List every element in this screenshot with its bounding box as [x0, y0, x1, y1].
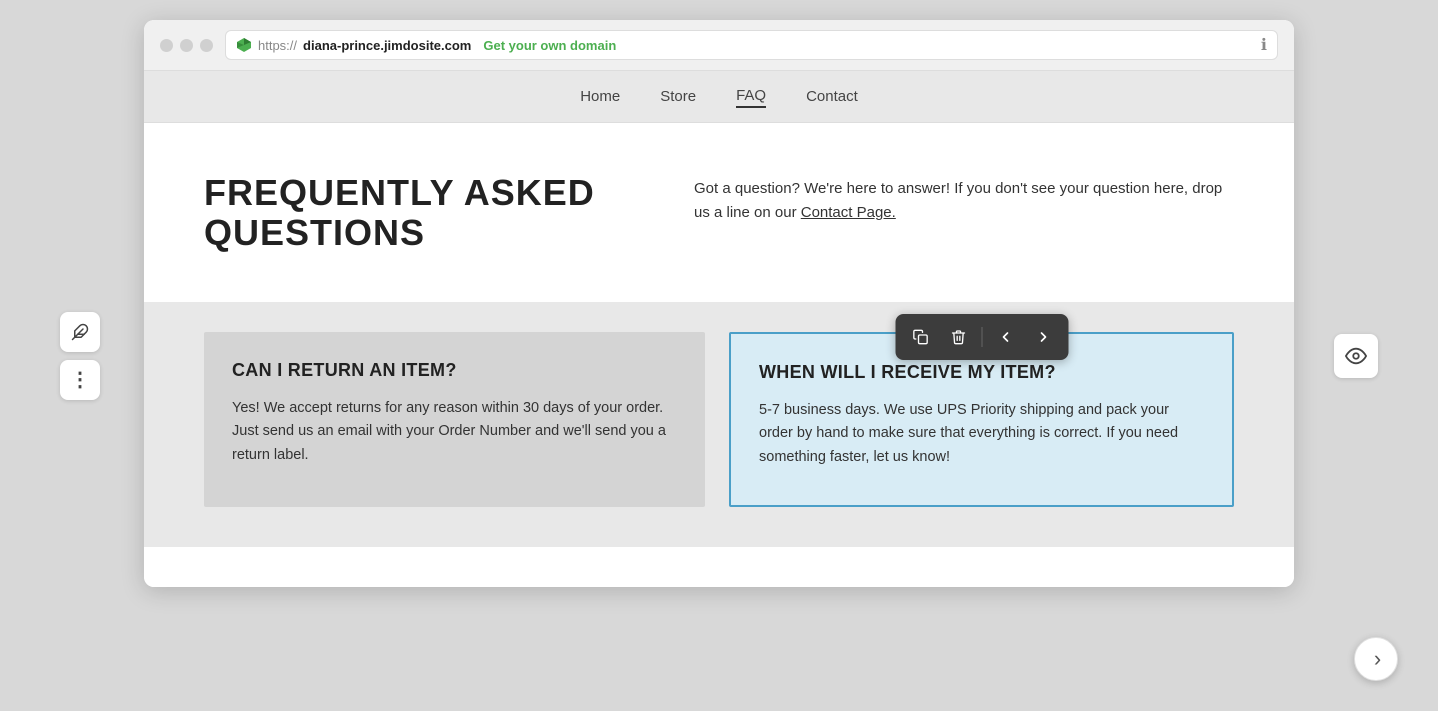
toolbar-prev-button[interactable]	[988, 320, 1022, 354]
nav-item-home[interactable]: Home	[580, 86, 620, 107]
get-own-domain-cta[interactable]: Get your own domain	[483, 38, 616, 53]
left-toolbar: ⋮	[60, 312, 100, 400]
site-logo	[236, 37, 252, 53]
toolbar-delete-button[interactable]	[941, 320, 975, 354]
faq-header: FREQUENTLY ASKED QUESTIONS Got a questio…	[204, 173, 1234, 252]
contact-page-link[interactable]: Contact Page.	[801, 204, 896, 221]
chevron-right-icon: ›	[1374, 646, 1381, 672]
floating-toolbar	[895, 314, 1068, 360]
more-options-button[interactable]: ⋮	[60, 360, 100, 400]
more-icon: ⋮	[70, 367, 90, 392]
pen-tool-button[interactable]	[60, 312, 100, 352]
traffic-light-close	[160, 39, 173, 52]
faq-intro-text: Got a question? We're here to answer! If…	[694, 180, 1222, 221]
address-bar[interactable]: https:// diana-prince.jimdosite.com Get y…	[225, 30, 1278, 60]
scroll-right-button[interactable]: ›	[1354, 637, 1398, 681]
faq-card-title-returns: CAN I RETURN AN ITEM?	[232, 360, 677, 381]
nav-item-faq[interactable]: FAQ	[736, 85, 766, 108]
url-domain: diana-prince.jimdosite.com	[303, 38, 471, 53]
site-content: FREQUENTLY ASKED QUESTIONS Got a questio…	[144, 123, 1294, 587]
url-prefix: https://	[258, 38, 297, 53]
faq-intro: Got a question? We're here to answer! If…	[694, 173, 1234, 225]
browser-window: https:// diana-prince.jimdosite.com Get y…	[144, 20, 1294, 587]
site-navigation: Home Store FAQ Contact	[144, 71, 1294, 123]
faq-card-returns[interactable]: CAN I RETURN AN ITEM? Yes! We accept ret…	[204, 332, 705, 507]
faq-card-text-returns: Yes! We accept returns for any reason wi…	[232, 397, 677, 467]
traffic-light-minimize	[180, 39, 193, 52]
faq-card-text-shipping: 5-7 business days. We use UPS Priority s…	[759, 399, 1204, 469]
nav-item-contact[interactable]: Contact	[806, 86, 858, 107]
faq-card-title-shipping: WHEN WILL I RECEIVE MY ITEM?	[759, 362, 1204, 383]
info-icon[interactable]: ℹ	[1261, 35, 1267, 55]
faq-title: FREQUENTLY ASKED QUESTIONS	[204, 173, 634, 252]
eye-button[interactable]	[1334, 334, 1378, 378]
nav-item-store[interactable]: Store	[660, 86, 696, 107]
browser-chrome: https:// diana-prince.jimdosite.com Get y…	[144, 20, 1294, 71]
traffic-light-maximize	[200, 39, 213, 52]
faq-cards-section: CAN I RETURN AN ITEM? Yes! We accept ret…	[144, 302, 1294, 547]
toolbar-next-button[interactable]	[1026, 320, 1060, 354]
traffic-lights	[160, 39, 213, 52]
toolbar-divider	[981, 327, 982, 347]
toolbar-copy-button[interactable]	[903, 320, 937, 354]
faq-card-shipping[interactable]: WHEN WILL I RECEIVE MY ITEM? 5-7 busines…	[729, 332, 1234, 507]
right-toolbar	[1334, 334, 1378, 378]
